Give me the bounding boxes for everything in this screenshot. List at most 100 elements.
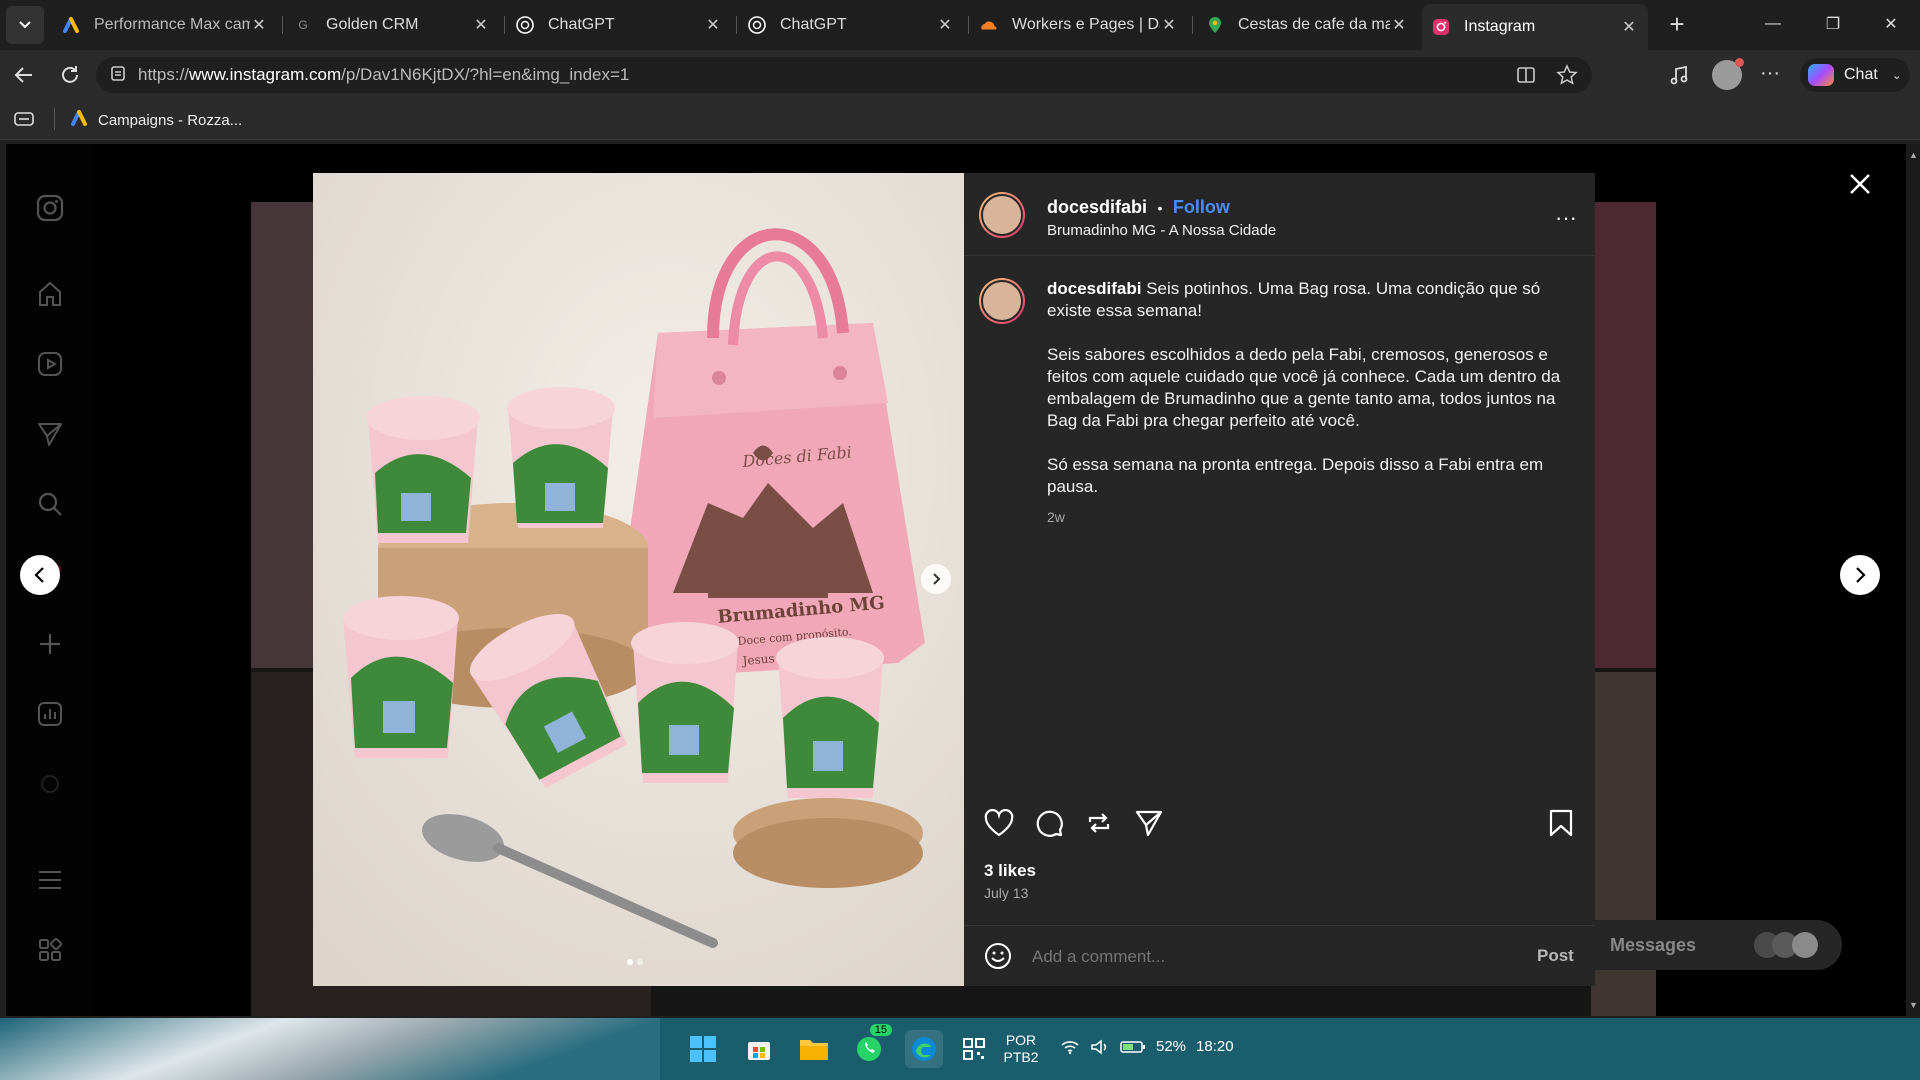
close-modal-button[interactable] (1842, 166, 1878, 202)
close-icon[interactable]: ✕ (704, 15, 722, 35)
scroll-up-icon[interactable]: ▲ (1909, 150, 1918, 160)
post-photo: Doces di Fabi Brumadinho MG Doce com pro… (313, 173, 964, 986)
follow-button[interactable]: Follow (1173, 197, 1230, 217)
profile-avatar[interactable] (1712, 58, 1744, 90)
url-prefix: https:// (138, 65, 190, 84)
maps-pin-icon (1206, 16, 1224, 34)
tab-list-button[interactable] (6, 6, 44, 44)
avatar[interactable] (979, 192, 1025, 238)
tab-label: ChatGPT (780, 16, 847, 33)
close-window-button[interactable]: ✕ (1868, 8, 1914, 40)
carousel-dots (627, 959, 643, 965)
minimize-button[interactable]: — (1750, 8, 1796, 40)
url-input[interactable]: https://www.instagram.com/p/Dav1N6KjtDX/… (96, 57, 1592, 93)
clock-time[interactable]: 18:20 (1196, 1038, 1234, 1055)
favorite-star-icon[interactable] (1556, 64, 1578, 91)
ice-cream-cup (343, 596, 459, 758)
next-post-button[interactable] (1840, 555, 1880, 595)
close-icon[interactable]: ✕ (472, 15, 490, 35)
wallpaper-strip (0, 1018, 660, 1080)
product-photo-illustration: Doces di Fabi Brumadinho MG Doce com pro… (313, 173, 964, 986)
emoji-icon[interactable] (984, 942, 1012, 970)
close-icon[interactable]: ✕ (936, 15, 954, 35)
tab-golden-crm[interactable]: G Golden CRM ✕ (284, 6, 500, 44)
tab-instagram[interactable]: Instagram ✕ (1422, 4, 1648, 50)
caption-username[interactable]: docesdifabi (1047, 279, 1141, 298)
language-code: POR (1005, 1032, 1037, 1048)
url-path: /p/Dav1N6KjtDX/?hl=en&img_index=1 (341, 65, 630, 84)
edge-browser-icon[interactable] (905, 1030, 943, 1068)
restore-button[interactable]: ❐ (1810, 8, 1856, 40)
microsoft-store-icon[interactable] (740, 1030, 778, 1068)
address-bar: https://www.instagram.com/p/Dav1N6KjtDX/… (0, 50, 1920, 100)
google-ads-icon (70, 109, 88, 131)
post-location[interactable]: Brumadinho MG - A Nossa Cidade (1047, 222, 1276, 239)
refresh-icon[interactable] (58, 63, 82, 92)
bookmark-campaigns[interactable]: Campaigns - Rozza... (70, 109, 242, 131)
likes-count[interactable]: 3 likes (984, 861, 1036, 881)
ice-cream-cup (631, 622, 739, 783)
system-tray[interactable]: 52% (1060, 1038, 1186, 1055)
post-username[interactable]: docesdifabi (1047, 197, 1147, 217)
chevron-down-icon (19, 21, 31, 29)
copilot-chat-button[interactable]: Chat ⌄ (1800, 58, 1910, 92)
close-icon[interactable]: ✕ (1620, 17, 1638, 37)
tab-workers-pages[interactable]: Workers e Pages | Danie ✕ (970, 6, 1188, 44)
post-date: July 13 (984, 885, 1029, 901)
tab-chatgpt-1[interactable]: ChatGPT ✕ (506, 6, 732, 44)
volume-icon (1091, 1038, 1107, 1055)
comment-icon[interactable] (1034, 808, 1064, 838)
post-comment-button[interactable]: Post (1537, 946, 1574, 966)
windows-start-icon[interactable] (684, 1030, 722, 1068)
scroll-down-icon[interactable]: ▼ (1909, 1000, 1918, 1010)
instagram-icon (1432, 18, 1450, 36)
tab-label: Cestas de cafe da manh (1238, 16, 1390, 33)
cloudflare-icon (980, 16, 998, 34)
messages-bar[interactable]: Messages (1566, 920, 1842, 970)
whatsapp-icon[interactable]: 15 (850, 1024, 892, 1068)
copilot-label: Chat (1844, 66, 1878, 83)
crm-icon: G (298, 18, 308, 32)
comment-area: Post (964, 925, 1595, 986)
split-screen-icon[interactable] (1516, 65, 1536, 90)
collections-icon[interactable] (1668, 63, 1692, 92)
page-scrollbar[interactable]: ▲ ▼ (1906, 144, 1920, 1016)
url-domain: www.instagram.com (189, 65, 342, 84)
file-explorer-icon[interactable] (795, 1030, 833, 1068)
close-icon (1850, 174, 1870, 194)
close-icon[interactable]: ✕ (250, 15, 268, 35)
messages-label: Messages (1610, 934, 1697, 955)
post-side-panel: docesdifabi • Follow Brumadinho MG - A N… (964, 173, 1595, 986)
tab-actions-icon[interactable] (14, 111, 34, 132)
like-heart-icon[interactable] (984, 809, 1014, 837)
new-tab-button[interactable]: + (1654, 8, 1700, 40)
tab-label: Instagram (1464, 18, 1536, 35)
post-age[interactable]: 2w (1047, 506, 1567, 528)
close-icon[interactable]: ✕ (1160, 15, 1178, 35)
tab-label: ChatGPT (548, 16, 615, 33)
ice-cream-cup (776, 637, 884, 798)
tab-chatgpt-2[interactable]: ChatGPT ✕ (738, 6, 964, 44)
keyboard-language[interactable]: POR PTB2 (1000, 1032, 1042, 1066)
qr-code-icon[interactable] (955, 1030, 993, 1068)
share-icon[interactable] (1134, 808, 1164, 838)
avatar[interactable] (979, 278, 1025, 324)
back-icon[interactable] (12, 63, 36, 92)
tab-cestas-cafe[interactable]: Cestas de cafe da manh ✕ (1196, 6, 1418, 44)
next-image-button[interactable] (921, 564, 951, 594)
site-info-icon[interactable] (110, 64, 126, 87)
previous-post-button[interactable] (20, 555, 60, 595)
notification-dot (1735, 58, 1744, 67)
tab-performance-max[interactable]: Performance Max camp ✕ (52, 6, 278, 44)
battery-icon (1120, 1040, 1145, 1053)
more-options-icon[interactable]: ··· (1555, 205, 1577, 231)
more-options-icon[interactable]: ··· (1760, 62, 1780, 85)
caption-text-2: Seis sabores escolhidos a dedo pela Fabi… (1047, 345, 1561, 430)
close-icon[interactable]: ✕ (1390, 15, 1408, 35)
repost-icon[interactable] (1084, 808, 1114, 838)
bookmark-label: Campaigns - Rozza... (98, 111, 243, 129)
comment-input[interactable] (1032, 942, 1492, 972)
post-header: docesdifabi • Follow (1047, 197, 1230, 217)
caption-text-3: Só essa semana na pronta entrega. Depois… (1047, 455, 1544, 496)
save-bookmark-icon[interactable] (1548, 808, 1574, 838)
